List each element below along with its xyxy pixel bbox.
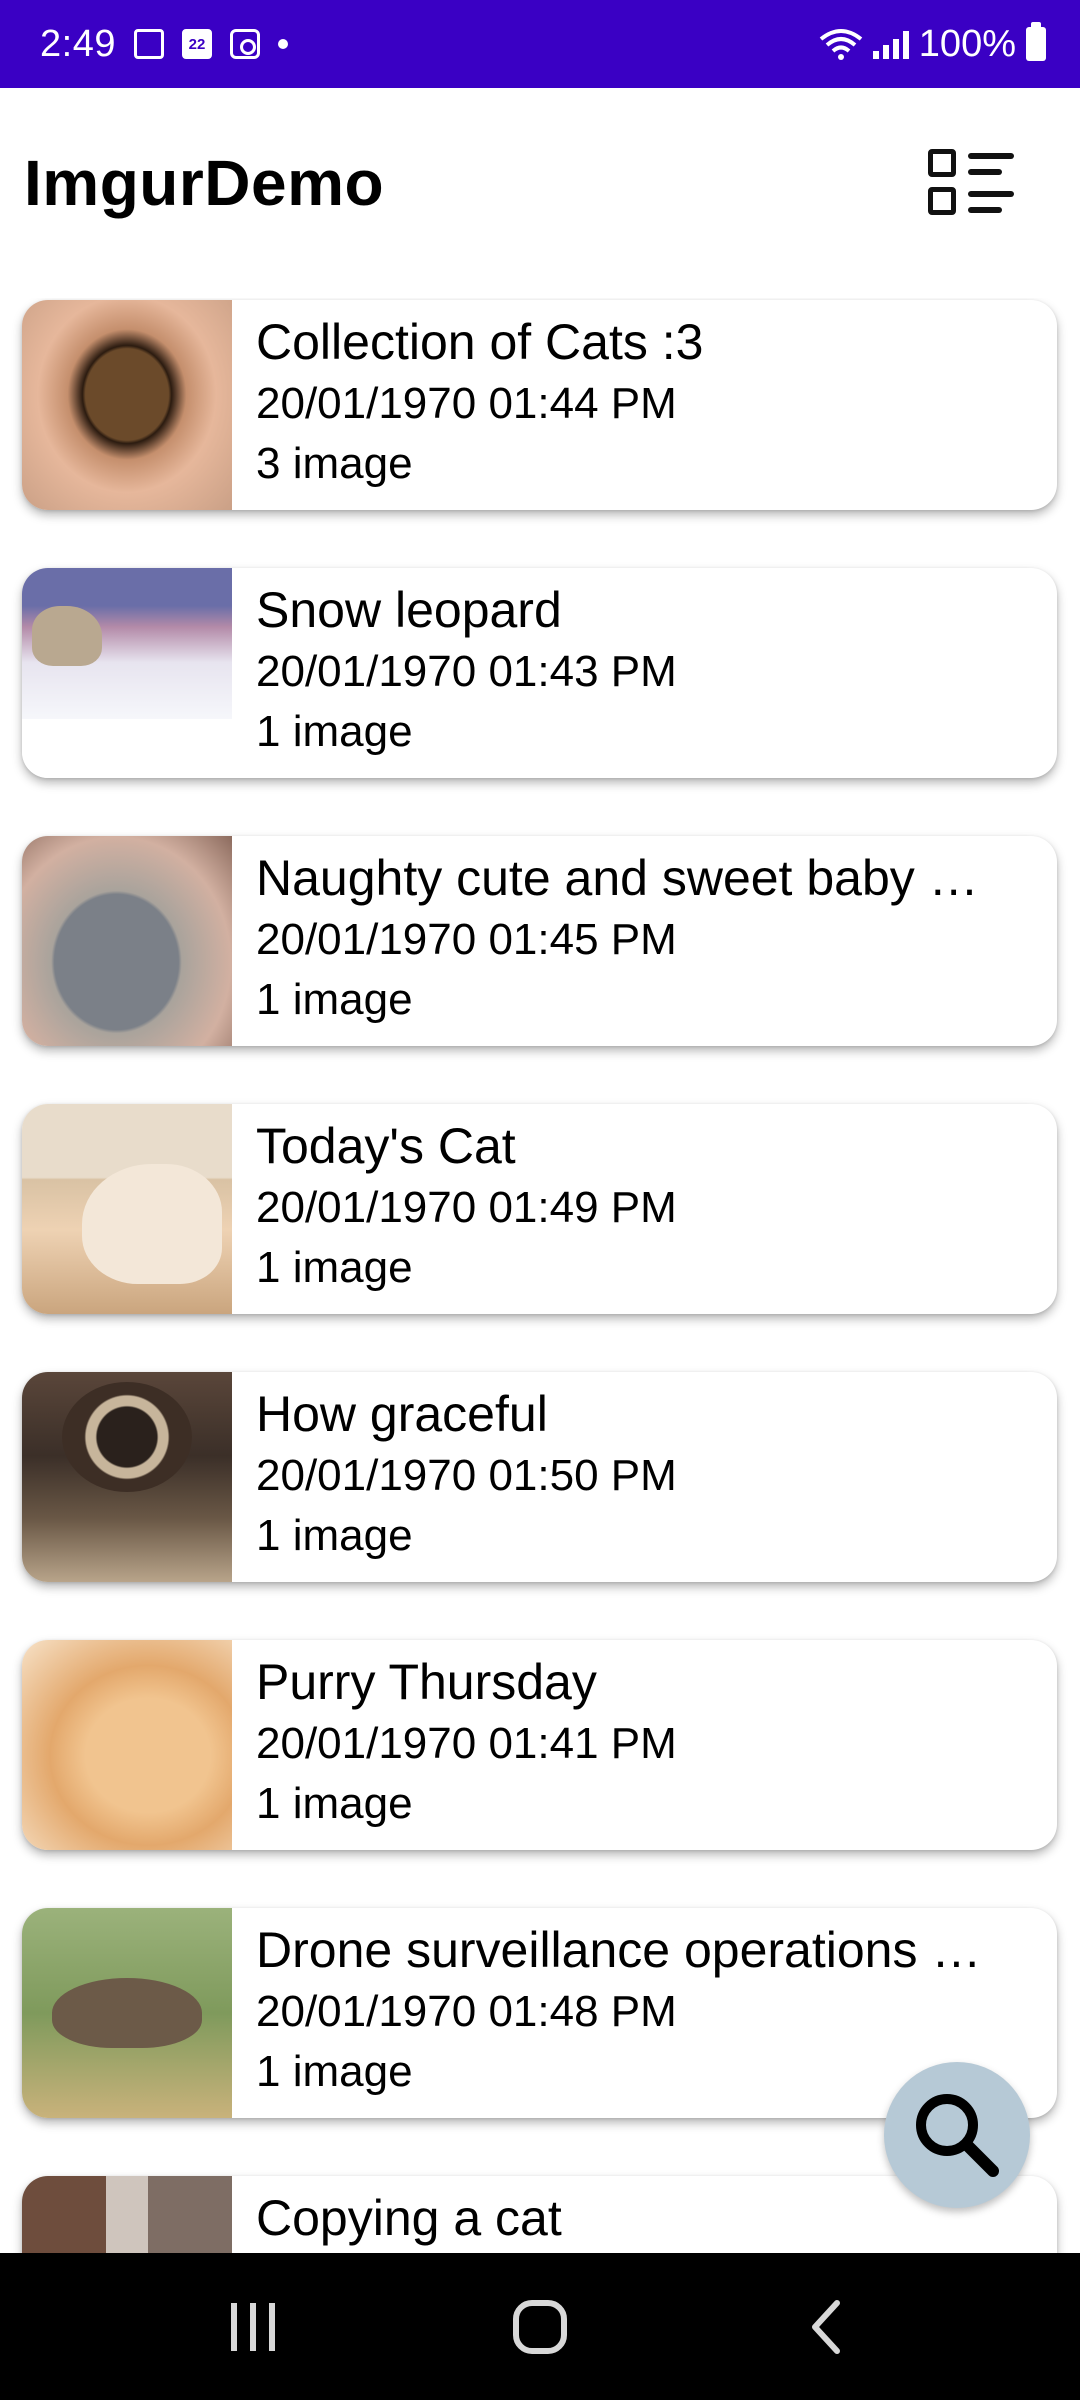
- gallery-thumbnail: [22, 1640, 232, 1850]
- gallery-title: Collection of Cats :3: [256, 314, 704, 370]
- battery-icon: [1026, 22, 1046, 61]
- gallery-title: Snow leopard: [256, 582, 562, 638]
- gallery-image-count: 1 image: [256, 1243, 413, 1292]
- gallery-card[interactable]: Copying a cat: [22, 2176, 1057, 2253]
- list-view-icon-line: [968, 169, 1002, 175]
- gallery-image-count: 1 image: [256, 1779, 413, 1828]
- gallery-date: 20/01/1970 01:43 PM: [256, 647, 677, 696]
- signal-icon: [872, 29, 909, 59]
- gallery-image-count: 3 image: [256, 439, 413, 488]
- gallery-card-info: How graceful 20/01/1970 01:50 PM 1 image: [232, 1372, 1057, 1582]
- list-view-icon-line: [968, 191, 1014, 197]
- gallery-date: 20/01/1970 01:45 PM: [256, 915, 677, 964]
- gallery-card-info: Today's Cat 20/01/1970 01:49 PM 1 image: [232, 1104, 1057, 1314]
- gallery-title: Today's Cat: [256, 1118, 516, 1174]
- status-bar-left: 2:49 22: [40, 23, 288, 66]
- battery-percent: 100%: [918, 22, 1016, 65]
- gallery-card[interactable]: Purry Thursday 20/01/1970 01:41 PM 1 ima…: [22, 1640, 1057, 1850]
- gallery-card-info: Purry Thursday 20/01/1970 01:41 PM 1 ima…: [232, 1640, 1057, 1850]
- gallery-title: Naughty cute and sweet baby …: [256, 850, 979, 906]
- gallery-image-count: 1 image: [256, 1511, 413, 1560]
- gallery-card-info: Naughty cute and sweet baby … 20/01/1970…: [232, 836, 1057, 1046]
- recent-apps-button[interactable]: [193, 2277, 313, 2377]
- notification-dot: [277, 39, 288, 49]
- search-icon: [916, 2094, 999, 2177]
- app-title: ImgurDemo: [24, 147, 385, 219]
- gallery-card[interactable]: How graceful 20/01/1970 01:50 PM 1 image: [22, 1372, 1057, 1582]
- gallery-card-info: Snow leopard 20/01/1970 01:43 PM 1 image: [232, 568, 1057, 778]
- list-view-icon-square: [928, 187, 956, 215]
- gallery-thumbnail: [22, 836, 232, 1046]
- gallery-card[interactable]: Snow leopard 20/01/1970 01:43 PM 1 image: [22, 568, 1057, 778]
- list-view-icon: [928, 149, 956, 177]
- status-time: 2:49: [40, 22, 116, 65]
- gallery-image-count: 1 image: [256, 975, 413, 1024]
- system-nav-bar: [0, 2253, 1080, 2400]
- gallery-card[interactable]: Today's Cat 20/01/1970 01:49 PM 1 image: [22, 1104, 1057, 1314]
- gallery-title: Drone surveillance operations …: [256, 1922, 982, 1978]
- calendar-icon: [133, 29, 164, 59]
- calendar-day-icon: 22: [181, 29, 212, 59]
- status-bar: 2:49 22 100%: [0, 0, 1080, 88]
- status-bar-right: 100%: [819, 22, 1046, 66]
- gallery-thumbnail: [22, 2176, 232, 2253]
- gallery-list[interactable]: Collection of Cats :3 20/01/1970 01:44 P…: [0, 298, 1080, 2253]
- gallery-date: 20/01/1970 01:41 PM: [256, 1719, 677, 1768]
- search-fab-button[interactable]: [884, 2062, 1030, 2208]
- wifi-icon: [819, 29, 863, 60]
- list-view-toggle-button[interactable]: [928, 147, 1020, 219]
- gallery-card[interactable]: Naughty cute and sweet baby … 20/01/1970…: [22, 836, 1057, 1046]
- gallery-thumbnail: [22, 1372, 232, 1582]
- gallery-date: 20/01/1970 01:48 PM: [256, 1987, 677, 2036]
- gallery-date: 20/01/1970 01:44 PM: [256, 379, 677, 428]
- home-button[interactable]: [480, 2277, 600, 2377]
- list-view-icon-line: [968, 207, 1002, 213]
- app-bar: ImgurDemo: [0, 88, 1080, 278]
- list-view-icon-line: [968, 153, 1014, 159]
- gallery-title: How graceful: [256, 1386, 548, 1442]
- back-button[interactable]: [767, 2277, 887, 2377]
- gallery-thumbnail: [22, 300, 232, 510]
- gallery-thumbnail: [22, 568, 232, 778]
- gallery-card[interactable]: Collection of Cats :3 20/01/1970 01:44 P…: [22, 300, 1057, 510]
- gallery-date: 20/01/1970 01:49 PM: [256, 1183, 677, 1232]
- home-icon: [512, 2299, 567, 2354]
- back-icon: [811, 2299, 840, 2354]
- gallery-card-info: Collection of Cats :3 20/01/1970 01:44 P…: [232, 300, 1057, 510]
- gallery-title: Purry Thursday: [256, 1654, 597, 1710]
- gallery-thumbnail: [22, 1908, 232, 2118]
- gallery-image-count: 1 image: [256, 707, 413, 756]
- recent-apps-icon: [231, 2302, 276, 2351]
- gallery-thumbnail: [22, 1104, 232, 1314]
- clock-icon: [229, 29, 260, 59]
- gallery-date: 20/01/1970 01:50 PM: [256, 1451, 677, 1500]
